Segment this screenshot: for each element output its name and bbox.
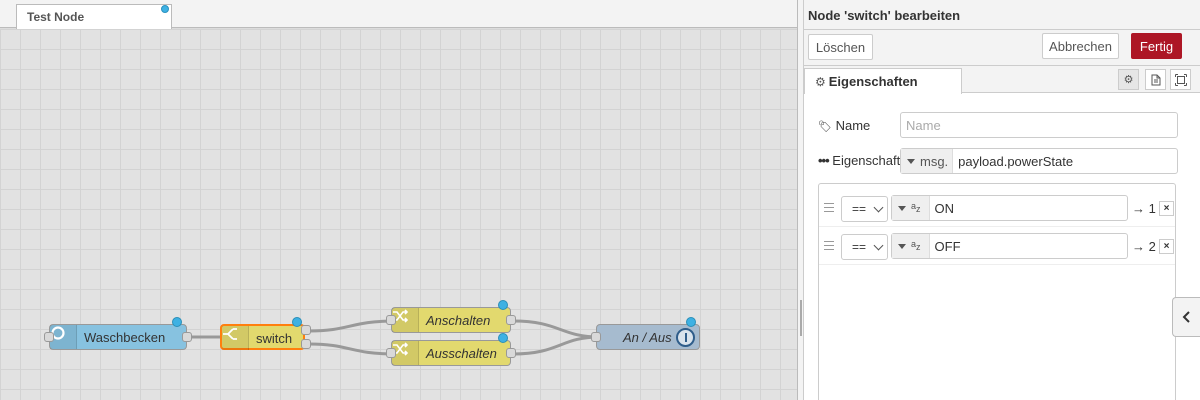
rule-output: → 1 — [1132, 201, 1156, 216]
rule-delete-button[interactable]: × — [1159, 201, 1174, 216]
string-type-icon: az — [911, 238, 921, 252]
node-waschbecken[interactable]: Waschbecken — [49, 324, 187, 350]
drag-handle-icon[interactable] — [800, 300, 802, 336]
alexa-ring-icon — [50, 325, 77, 349]
property-type-label: msg. — [920, 153, 949, 169]
node-editor-tray: Node 'switch' bearbeiten Löschen Abbrech… — [804, 0, 1200, 400]
node-anschalten[interactable]: Anschalten — [391, 307, 511, 333]
rules-list: == az ON → 1 × == az OFF → 2 × — [818, 183, 1176, 400]
name-label: Name — [835, 118, 871, 133]
dots-icon: ••• — [818, 153, 830, 168]
port-anschalten-in[interactable] — [386, 315, 396, 325]
tag-icon: 🏷 — [818, 121, 832, 133]
rule-operator-value: == — [852, 202, 867, 216]
appearance-icon[interactable] — [1170, 69, 1191, 90]
property-type-select[interactable]: msg. — [901, 149, 954, 173]
property-typed-input[interactable]: msg. payload.powerState — [900, 148, 1178, 174]
rule-operator-select[interactable]: == — [841, 234, 888, 260]
name-input[interactable] — [900, 112, 1178, 138]
flow-tab-label: Test Node — [27, 10, 85, 24]
drag-handle-icon[interactable] — [824, 241, 834, 250]
workspace-tabbar: Test Node — [0, 0, 797, 29]
flow-canvas[interactable]: Waschbecken switch Anschalten Ausschalte… — [0, 29, 797, 400]
rule-value-type-select[interactable]: az — [892, 234, 930, 258]
done-button[interactable]: Fertig — [1131, 33, 1182, 59]
port-ausschalten-in[interactable] — [386, 348, 396, 358]
delete-button[interactable]: Löschen — [808, 34, 873, 60]
rule-value[interactable]: ON — [930, 196, 960, 220]
switch-icon — [222, 326, 249, 350]
rule-value[interactable]: OFF — [930, 234, 966, 258]
node-waschbecken-changed-badge — [172, 317, 182, 327]
name-label-wrap: 🏷 Name — [818, 118, 870, 133]
property-label-wrap: ••• Eigenschaft — [818, 153, 900, 168]
sidebar-collapse-button[interactable] — [1172, 297, 1200, 337]
node-anaus[interactable]: An / Aus — [596, 324, 700, 350]
node-anschalten-changed-badge — [498, 300, 508, 310]
chevron-down-icon — [873, 202, 884, 213]
port-waschbecken-out[interactable] — [182, 332, 192, 342]
node-anaus-changed-badge — [686, 317, 696, 327]
rule-operator-select[interactable]: == — [841, 196, 888, 222]
node-switch-changed-badge — [292, 317, 302, 327]
rule-value-input[interactable]: az OFF — [891, 233, 1128, 259]
wire-anschalten-anaus — [512, 319, 601, 339]
property-label: Eigenschaft — [832, 153, 901, 168]
tab-properties-label: Eigenschaften — [828, 74, 918, 89]
wire-switch-ausschalten — [308, 342, 396, 356]
cancel-button[interactable]: Abbrechen — [1042, 33, 1119, 59]
gear-icon[interactable]: ⚙ — [1118, 69, 1139, 90]
property-value[interactable]: payload.powerState — [953, 149, 1078, 173]
caret-down-icon — [907, 158, 915, 164]
node-switch-label: switch — [256, 331, 293, 346]
rule-output: → 2 — [1132, 239, 1156, 254]
wire-ausschalten-anaus — [512, 335, 601, 356]
chevron-left-icon — [1182, 311, 1190, 323]
gear-icon: ⚙ — [815, 75, 826, 89]
drag-handle-icon[interactable] — [824, 203, 834, 212]
flow-tab-test-node[interactable]: Test Node — [16, 4, 172, 29]
editor-button-bar: Löschen Abbrechen Fertig — [804, 30, 1200, 66]
editor-tabs: ⚙ Eigenschaften ⚙ — [804, 66, 1200, 94]
port-ausschalten-out[interactable] — [506, 348, 516, 358]
rule-value-input[interactable]: az ON — [891, 195, 1128, 221]
description-icon[interactable] — [1145, 69, 1166, 90]
wire-switch-anschalten — [308, 319, 396, 333]
shuffle-icon — [392, 308, 419, 332]
chevron-down-icon — [873, 240, 884, 251]
rule-row: == az OFF → 2 × — [819, 227, 1175, 265]
node-anaus-label: An / Aus — [623, 330, 672, 345]
caret-down-icon — [898, 205, 906, 211]
rule-row: == az ON → 1 × — [819, 189, 1175, 227]
flow-workspace: Test Node Waschbecken switch Anschalten … — [0, 0, 797, 400]
node-anschalten-label: Anschalten — [426, 313, 491, 328]
editor-title: Node 'switch' bearbeiten — [804, 0, 1200, 30]
node-waschbecken-label: Waschbecken — [84, 330, 166, 345]
port-anaus-in[interactable] — [591, 332, 601, 342]
node-ausschalten-label: Ausschalten — [426, 346, 497, 361]
port-switch-out-2[interactable] — [301, 339, 311, 349]
tab-properties[interactable]: ⚙ Eigenschaften — [804, 68, 962, 94]
node-ausschalten[interactable]: Ausschalten — [391, 340, 511, 366]
power-button-icon[interactable] — [676, 328, 695, 347]
rule-delete-button[interactable]: × — [1159, 239, 1174, 254]
sidebar-splitter[interactable] — [797, 0, 804, 400]
shuffle-icon — [392, 341, 419, 365]
caret-down-icon — [898, 243, 906, 249]
port-anschalten-out[interactable] — [506, 315, 516, 325]
rule-value-type-select[interactable]: az — [892, 196, 930, 220]
rule-operator-value: == — [852, 240, 867, 254]
port-switch-out-1[interactable] — [301, 325, 311, 335]
string-type-icon: az — [911, 200, 921, 214]
node-ausschalten-changed-badge — [498, 333, 508, 343]
tab-changed-dot — [161, 5, 169, 13]
node-switch[interactable]: switch — [220, 324, 305, 350]
port-waschbecken-in[interactable] — [44, 332, 54, 342]
